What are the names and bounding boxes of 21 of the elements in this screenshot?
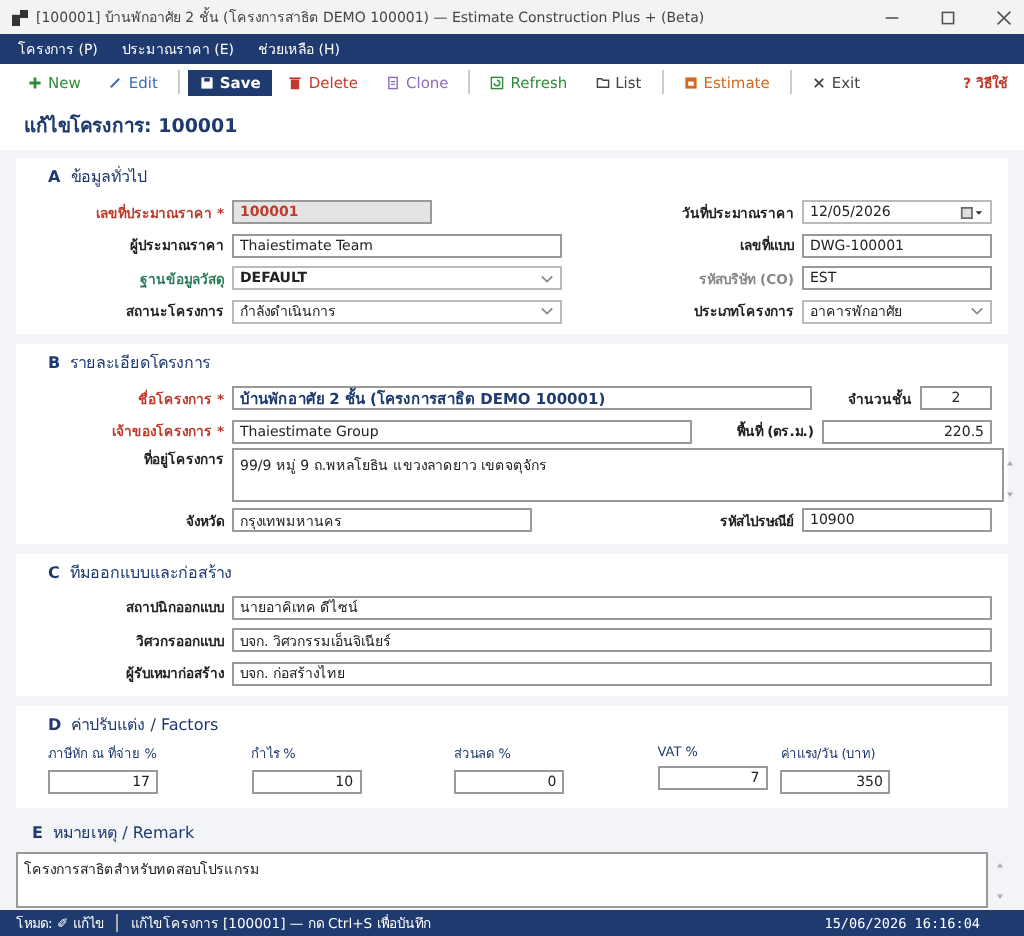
maximize-icon[interactable] — [940, 9, 956, 25]
close-icon — [811, 75, 826, 89]
copy-icon — [386, 75, 400, 89]
floppy-icon — [199, 75, 214, 89]
chevron-icon — [540, 273, 554, 284]
section-title: A ข้อมูลทั่วไป — [48, 164, 149, 190]
chevron-icon — [970, 306, 984, 317]
close-icon[interactable] — [996, 9, 1012, 25]
app-icon — [12, 9, 28, 25]
calendar-icon — [960, 205, 984, 220]
page-heading: แก้ไขโครงการ: 100001 — [0, 100, 1024, 150]
section-title: D ค่าปรับแต่ง / Factors — [48, 714, 221, 738]
trash-icon — [288, 75, 303, 89]
section-title: E หมายเหตุ / Remark — [32, 822, 197, 846]
pencil-icon — [108, 75, 123, 89]
refresh-icon — [490, 75, 505, 89]
folder-icon — [595, 75, 610, 89]
section-title: C ทีมออกแบบและก่อสร้าง — [48, 561, 234, 585]
chevron-icon — [540, 306, 554, 317]
section-title: B รายละเอียดโครงการ — [48, 351, 213, 376]
plus-icon — [28, 75, 42, 89]
